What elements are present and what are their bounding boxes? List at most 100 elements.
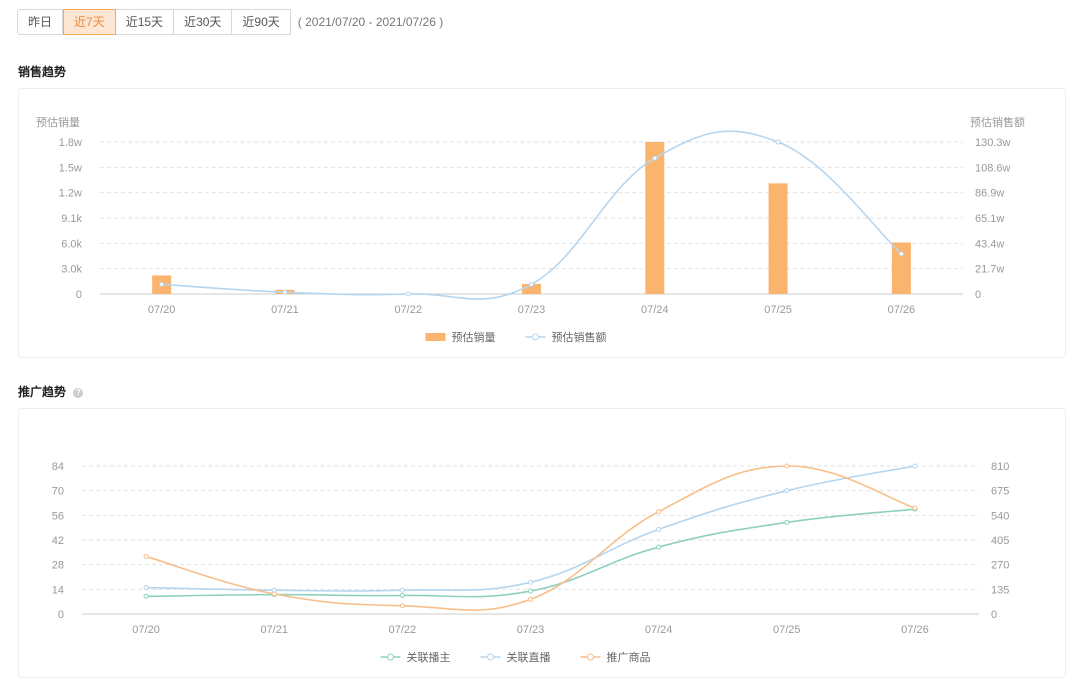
y-tick-label: 70 (52, 486, 64, 498)
y2-tick-label: 540 (991, 510, 1009, 522)
legend-label: 预估销售额 (552, 330, 607, 344)
legend-swatch (425, 333, 446, 341)
data-point (399, 587, 405, 593)
y2-tick-label: 21.7w (975, 264, 1004, 276)
y2-axis-title: 预估销售额 (970, 115, 1025, 129)
range-yesterday-button[interactable]: 昨日 (17, 9, 64, 35)
data-point (912, 463, 918, 469)
legend-marker (487, 653, 494, 661)
data-point (405, 291, 411, 297)
data-point (656, 526, 662, 532)
x-tick-label: 07/22 (394, 304, 422, 316)
y-tick-label: 56 (52, 510, 64, 522)
date-range-text: ( 2021/07/20 - 2021/07/26 ) (297, 15, 444, 29)
date-range-selector: 昨日 近7天 近15天 近30天 近90天 ( 2021/07/20 - 202… (17, 9, 443, 35)
range-15-days-button[interactable]: 近15天 (115, 9, 175, 35)
y2-tick-label: 65.1w (975, 213, 1004, 225)
y-tick-label: 9.1k (61, 213, 82, 225)
x-tick-label: 07/26 (901, 624, 929, 636)
data-point (898, 251, 904, 257)
promo-trend-chart: 0 0 14 135 28 270 42 405 56 540 70 675 84 810 07/20 07/… (52, 461, 1010, 664)
promo-trend-title-text: 推广趋势 (18, 385, 67, 399)
data-point (143, 585, 149, 591)
bar (645, 142, 665, 294)
y-axis-title: 预估销量 (36, 115, 80, 129)
y-tick-label: 14 (52, 584, 64, 596)
x-tick-label: 07/23 (517, 624, 545, 636)
legend-item[interactable]: 预估销售额 (525, 330, 607, 344)
series-line (161, 130, 902, 300)
y2-tick-label: 0 (975, 289, 981, 301)
x-tick-label: 07/21 (271, 304, 299, 316)
series-line (146, 465, 916, 592)
x-tick-label: 07/20 (148, 304, 176, 316)
x-tick-label: 07/22 (389, 624, 417, 636)
data-point (529, 281, 534, 287)
y2-tick-label: 86.9w (975, 188, 1004, 200)
y-tick-label: 1.2w (59, 188, 82, 200)
y2-tick-label: 43.4w (975, 238, 1004, 250)
legend-item[interactable]: 关联播主 (380, 650, 451, 664)
data-point (656, 509, 662, 515)
y-tick-label: 3.0k (61, 264, 82, 276)
legend-label: 推广商品 (607, 650, 651, 664)
x-tick-label: 07/24 (641, 304, 669, 316)
promo-trend-panel: 0 0 14 135 28 270 42 405 56 540 70 675 84 810 07/20 07/… (18, 408, 1066, 678)
y2-tick-label: 108.6w (975, 162, 1011, 174)
y2-tick-label: 810 (991, 461, 1009, 473)
data-point (656, 544, 662, 550)
legend-item[interactable]: 推广商品 (580, 650, 651, 664)
data-point (784, 519, 790, 525)
x-tick-label: 07/25 (764, 304, 792, 316)
data-point (399, 603, 405, 609)
data-point (143, 553, 149, 559)
x-tick-label: 07/23 (518, 304, 546, 316)
range-30-days-button[interactable]: 近30天 (174, 9, 233, 35)
data-point (282, 289, 288, 295)
range-90-days-button[interactable]: 近90天 (232, 9, 291, 35)
data-point (775, 139, 781, 145)
y-tick-label: 1.5w (59, 162, 82, 174)
data-point (399, 593, 405, 598)
y2-tick-label: 135 (991, 584, 1009, 596)
data-point (784, 463, 790, 469)
x-tick-label: 07/21 (260, 624, 288, 636)
data-point (912, 505, 918, 511)
bar (891, 242, 911, 294)
legend-label: 预估销量 (452, 330, 496, 344)
data-point (528, 588, 533, 594)
data-point (784, 488, 790, 494)
data-point (271, 591, 277, 597)
bar (768, 183, 788, 294)
data-point (528, 579, 533, 585)
y-tick-label: 6.0k (61, 238, 82, 250)
x-tick-label: 07/26 (888, 304, 916, 316)
data-point (159, 281, 165, 287)
sales-trend-title-text: 销售趋势 (18, 65, 67, 79)
data-point (528, 596, 533, 602)
question-circle-icon[interactable]: ? (73, 388, 84, 398)
y-tick-label: 1.8w (59, 137, 82, 149)
x-tick-label: 07/25 (773, 624, 801, 636)
y-tick-label: 42 (52, 535, 64, 547)
y-tick-label: 28 (52, 560, 64, 572)
y2-tick-label: 0 (991, 609, 997, 621)
sales-trend-title: 销售趋势 (18, 63, 66, 80)
legend-label: 关联播主 (407, 650, 451, 664)
y-tick-label: 0 (76, 289, 82, 301)
sales-trend-panel: 0 0 3.0k 21.7w 6.0k 43.4w 9.1k 65.1w 1.2w 86.9w 1.… (18, 88, 1066, 358)
sales-trend-chart: 0 0 3.0k 21.7w 6.0k 43.4w 9.1k 65.1w 1.2w 86.9w 1.… (36, 115, 1025, 344)
y2-tick-label: 270 (991, 560, 1009, 572)
legend-item[interactable]: 预估销量 (425, 330, 496, 344)
range-7-days-button[interactable]: 近7天 (63, 9, 116, 35)
legend-marker (587, 653, 594, 661)
data-point (652, 155, 658, 161)
legend-label: 关联直播 (507, 650, 551, 664)
x-tick-label: 07/24 (645, 624, 673, 636)
x-tick-label: 07/20 (132, 624, 160, 636)
promo-trend-title: 推广趋势 ? (18, 383, 84, 400)
y2-tick-label: 675 (991, 486, 1009, 498)
legend-item[interactable]: 关联直播 (480, 650, 551, 664)
y2-tick-label: 405 (991, 535, 1009, 547)
legend-marker (387, 653, 394, 661)
